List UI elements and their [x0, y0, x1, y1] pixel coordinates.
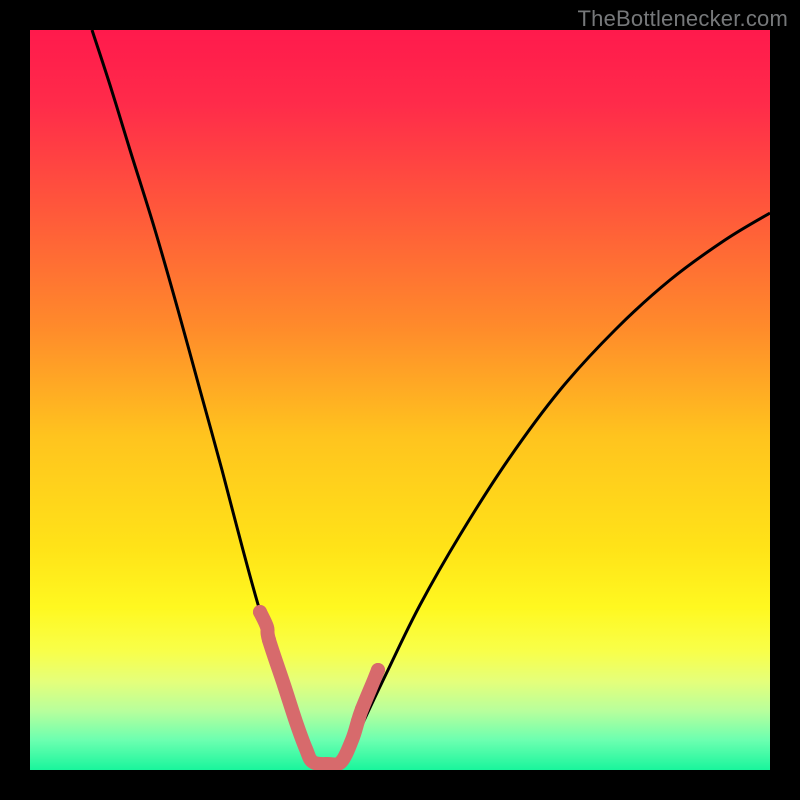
curves-layer: [30, 30, 770, 770]
marker-dot-3: [355, 702, 369, 716]
series-valley-pink: [260, 612, 378, 765]
plot-area: [30, 30, 770, 770]
chart-frame: TheBottlenecker.com: [0, 0, 800, 800]
marker-dot-4: [371, 663, 385, 677]
marker-dot-2: [351, 714, 365, 728]
watermark-label: TheBottlenecker.com: [578, 6, 788, 32]
marker-dot-1: [262, 633, 276, 647]
series-right-curve-black: [345, 213, 770, 765]
marker-dot-0: [253, 605, 267, 619]
